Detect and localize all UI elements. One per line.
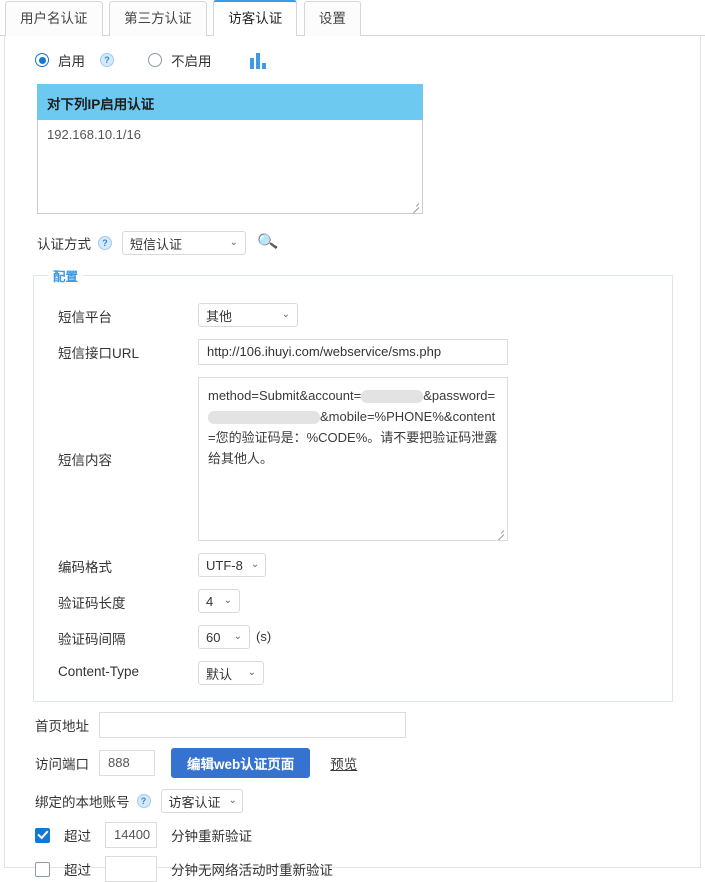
redacted-password bbox=[208, 411, 320, 425]
recheck-idle-checkbox[interactable] bbox=[35, 861, 50, 877]
sms-platform-selected-value: 其他 bbox=[206, 308, 233, 324]
bind-account-select[interactable]: 访客认证 ⌄ bbox=[160, 789, 243, 813]
recheck-idle-prefix: 超过 bbox=[64, 863, 91, 878]
bar-chart-icon-bar1 bbox=[249, 57, 254, 69]
guest-auth-panel: 启用 ? 不启用 对下列IP启用认证 192.168.10.1/16 认证方式 … bbox=[4, 36, 701, 882]
auth-method-help-icon[interactable]: ? bbox=[98, 236, 112, 250]
auth-method-select[interactable]: 短信认证 ⌄ bbox=[122, 231, 246, 255]
port-label: 访问端口 bbox=[35, 757, 89, 772]
code-length-selected-value: 4 bbox=[206, 593, 214, 609]
sms-content-label: 短信内容 bbox=[58, 453, 112, 468]
ip-list-box: 对下列IP启用认证 192.168.10.1/16 bbox=[37, 84, 423, 214]
port-input[interactable]: 888 bbox=[99, 750, 155, 776]
content-type-selected-value: 默认 bbox=[206, 666, 233, 682]
radio-enable[interactable]: 启用 bbox=[35, 50, 85, 70]
radio-disable[interactable]: 不启用 bbox=[148, 50, 212, 70]
sms-url-row: 短信接口URL http://106.ihuyi.com/webservice/… bbox=[34, 339, 672, 365]
sms-platform-label: 短信平台 bbox=[58, 310, 112, 325]
ip-list-header: 对下列IP启用认证 bbox=[37, 84, 423, 120]
bind-account-selected-value: 访客认证 bbox=[168, 794, 221, 810]
recheck-time-prefix: 超过 bbox=[64, 829, 91, 844]
sms-url-label: 短信接口URL bbox=[58, 346, 140, 361]
home-url-input[interactable] bbox=[99, 712, 406, 738]
sms-url-input[interactable]: http://106.ihuyi.com/webservice/sms.php bbox=[198, 339, 508, 365]
resize-grip-icon[interactable] bbox=[409, 200, 420, 211]
sms-content-part2: &password= bbox=[423, 388, 496, 403]
tab-thirdparty-auth[interactable]: 第三方认证 bbox=[109, 1, 207, 36]
home-url-row: 首页地址 bbox=[5, 712, 700, 738]
config-legend: 配置 bbox=[53, 270, 79, 284]
encoding-label: 编码格式 bbox=[58, 560, 112, 575]
sms-platform-row: 短信平台 其他 ⌄ bbox=[34, 303, 672, 327]
ip-list-value: 192.168.10.1/16 bbox=[47, 127, 141, 142]
home-url-label: 首页地址 bbox=[35, 719, 89, 734]
code-interval-label: 验证码间隔 bbox=[58, 632, 126, 647]
tab-username-auth[interactable]: 用户名认证 bbox=[5, 1, 103, 36]
auth-method-row: 认证方式 ? 短信认证 ⌄ 🔍 bbox=[37, 230, 700, 256]
chevron-down-icon: ⌄ bbox=[250, 559, 260, 570]
preview-link[interactable]: 预览 bbox=[330, 753, 357, 773]
radio-disable-label: 不启用 bbox=[171, 54, 212, 69]
radio-enable-dot[interactable] bbox=[35, 53, 49, 67]
enable-row: 启用 ? 不启用 bbox=[5, 36, 700, 70]
code-length-select[interactable]: 4 ⌄ bbox=[198, 589, 240, 613]
bind-account-label: 绑定的本地账号 bbox=[35, 795, 130, 810]
code-interval-selected-value: 60 bbox=[206, 629, 221, 645]
chevron-down-icon: ⌄ bbox=[233, 631, 242, 642]
enable-help-icon[interactable]: ? bbox=[100, 53, 114, 67]
chevron-down-icon: ⌄ bbox=[223, 595, 232, 606]
sms-content-row: 短信内容 method=Submit&account= &password=&mo… bbox=[34, 377, 672, 541]
radio-enable-label: 启用 bbox=[58, 54, 85, 69]
redacted-account bbox=[361, 390, 424, 404]
code-length-row: 验证码长度 4 ⌄ bbox=[34, 589, 672, 613]
bar-chart-icon[interactable] bbox=[249, 52, 266, 69]
config-fieldset: 配置 短信平台 其他 ⌄ 短信接口URL http://106.ihuyi.co… bbox=[33, 266, 673, 702]
encoding-selected-value: UTF-8 bbox=[206, 557, 243, 573]
encoding-select[interactable]: UTF-8 ⌄ bbox=[198, 553, 266, 577]
chevron-down-icon: ⌄ bbox=[228, 795, 237, 806]
recheck-idle-suffix: 分钟无网络活动时重新验证 bbox=[171, 863, 333, 878]
radio-disable-dot[interactable] bbox=[148, 53, 162, 67]
auth-method-label: 认证方式 bbox=[37, 237, 91, 252]
content-type-select[interactable]: 默认 ⌄ bbox=[198, 661, 264, 685]
content-type-label: Content-Type bbox=[58, 664, 140, 679]
sms-content-textarea[interactable]: method=Submit&account= &password=&mobile=… bbox=[198, 377, 508, 541]
code-length-label: 验证码长度 bbox=[58, 596, 126, 611]
edit-web-auth-page-button[interactable]: 编辑web认证页面 bbox=[171, 748, 311, 778]
chevron-down-icon: ⌄ bbox=[229, 237, 238, 248]
port-row: 访问端口 888 编辑web认证页面 预览 bbox=[5, 748, 700, 778]
encoding-row: 编码格式 UTF-8 ⌄ bbox=[34, 553, 672, 577]
chevron-down-icon: ⌄ bbox=[247, 667, 256, 678]
sms-platform-select[interactable]: 其他 ⌄ bbox=[198, 303, 298, 327]
content-type-row: Content-Type 默认 ⌄ bbox=[34, 661, 672, 685]
recheck-time-checkbox[interactable] bbox=[35, 827, 50, 843]
recheck-idle-input[interactable] bbox=[105, 856, 157, 882]
recheck-time-row: 超过 14400 分钟重新验证 bbox=[5, 822, 700, 848]
recheck-time-input[interactable]: 14400 bbox=[105, 822, 157, 848]
search-icon[interactable]: 🔍 bbox=[257, 232, 280, 252]
tab-settings[interactable]: 设置 bbox=[303, 1, 361, 36]
bar-chart-icon-bar3 bbox=[261, 62, 266, 69]
tab-guest-auth[interactable]: 访客认证 bbox=[213, 0, 298, 36]
bar-chart-icon-bar2 bbox=[255, 52, 260, 69]
code-interval-select[interactable]: 60 ⌄ bbox=[198, 625, 250, 649]
code-interval-row: 验证码间隔 60 ⌄ (s) bbox=[34, 625, 672, 649]
recheck-idle-row: 超过 分钟无网络活动时重新验证 bbox=[5, 856, 700, 882]
chevron-down-icon: ⌄ bbox=[281, 309, 290, 320]
bind-account-row: 绑定的本地账号 ? 访客认证 ⌄ bbox=[5, 788, 700, 814]
tab-bar: 用户名认证 第三方认证 访客认证 设置 bbox=[0, 0, 705, 36]
resize-grip-icon[interactable] bbox=[494, 527, 505, 538]
bind-account-help-icon[interactable]: ? bbox=[136, 794, 151, 808]
ip-list-textarea[interactable]: 192.168.10.1/16 bbox=[37, 120, 423, 214]
sms-content-part1: method=Submit&account= bbox=[208, 388, 362, 403]
code-interval-unit: (s) bbox=[256, 629, 272, 644]
auth-method-selected-value: 短信认证 bbox=[130, 236, 183, 252]
recheck-time-suffix: 分钟重新验证 bbox=[171, 829, 252, 844]
